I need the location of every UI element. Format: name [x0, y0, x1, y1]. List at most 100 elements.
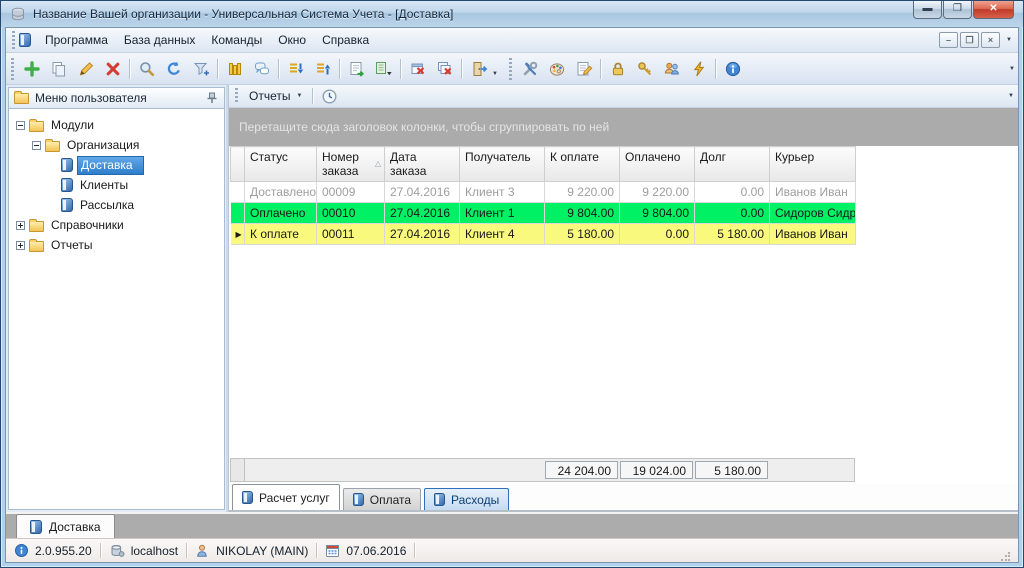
window-title: Название Вашей организации - Универсальн… — [33, 7, 454, 21]
tree-item-klienty[interactable]: Клиенты — [11, 175, 224, 195]
open-windows-bar: Доставка — [6, 512, 1018, 538]
close-button[interactable]: ✕ — [973, 1, 1014, 19]
menu-komandy[interactable]: Команды — [203, 30, 270, 50]
about-icon[interactable] — [719, 56, 746, 81]
summary-paid: 19 024.00 — [620, 461, 693, 479]
tree-item-rassylka[interactable]: Рассылка — [11, 195, 224, 215]
menubar-overflow-icon[interactable]: ▼ — [1006, 37, 1012, 43]
menu-programma[interactable]: Программа — [37, 30, 116, 50]
chevron-down-icon: ▼ — [296, 93, 303, 99]
resize-grip[interactable] — [1000, 552, 1010, 562]
main-toolbar: ▼ ▼ — [6, 53, 1018, 85]
menu-okno[interactable]: Окно — [270, 30, 314, 50]
copy-icon[interactable] — [45, 56, 72, 81]
column-header-status[interactable]: Статус — [244, 146, 317, 182]
export-excel-icon[interactable] — [343, 56, 370, 81]
table-row[interactable]: Доставлено 00009 27.04.2016 Клиент 3 9 2… — [230, 181, 856, 203]
orders-grid: Статус Номер заказа △ Дата заказа Получат… — [229, 146, 1018, 484]
folder-icon — [45, 139, 60, 152]
table-row[interactable]: ▶ К оплате 00011 27.04.2016 Клиент 4 5 1… — [230, 223, 856, 245]
edit-icon[interactable] — [72, 56, 99, 81]
tree-item-moduli[interactable]: Модули — [11, 115, 224, 135]
mdi-close-button[interactable]: × — [981, 32, 1001, 48]
appearance-icon[interactable] — [543, 56, 570, 81]
version-text: 2.0.955.20 — [35, 543, 92, 558]
exit-icon[interactable] — [465, 56, 492, 81]
pin-icon[interactable] — [205, 91, 219, 105]
expand-all-icon[interactable] — [282, 56, 309, 81]
user-menu-panel: Меню пользователя Модули Организация Дос… — [6, 85, 228, 512]
search-icon[interactable] — [133, 56, 160, 81]
connection-icon[interactable] — [685, 56, 712, 81]
reports-overflow-icon[interactable]: ▼ — [1008, 93, 1014, 99]
collapse-toggle-icon[interactable] — [32, 140, 41, 150]
window-icon — [30, 519, 42, 534]
toolbar-grip[interactable] — [11, 57, 14, 80]
column-header-date[interactable]: Дата заказа — [384, 146, 460, 182]
tab-icon — [242, 491, 253, 504]
access-key-icon[interactable] — [631, 56, 658, 81]
tree-item-otchety[interactable]: Отчеты — [11, 235, 224, 255]
tab-oplata[interactable]: Оплата — [342, 488, 422, 510]
lock-icon[interactable] — [604, 56, 631, 81]
reports-toolbar-grip[interactable] — [235, 88, 238, 104]
user-icon — [195, 543, 210, 558]
columns-icon[interactable] — [221, 56, 248, 81]
folder-icon — [29, 219, 44, 232]
tree-item-dostavka[interactable]: Доставка — [11, 155, 224, 175]
mdi-minimize-button[interactable]: – — [939, 32, 959, 48]
date-text: 07.06.2016 — [346, 543, 407, 558]
user-menu-tree: Модули Организация Доставка Клиенты Расс… — [8, 109, 225, 510]
table-row[interactable]: Оплачено 00010 27.04.2016 Клиент 1 9 804… — [230, 202, 856, 224]
column-header-number[interactable]: Номер заказа △ — [316, 146, 385, 182]
close-all-windows-icon[interactable] — [431, 56, 458, 81]
close-window-icon[interactable] — [404, 56, 431, 81]
version-panel: 2.0.955.20 — [14, 543, 92, 558]
tab-raschet-uslug[interactable]: Расчет услуг — [232, 484, 340, 510]
menubar: Программа База данных Команды Окно Справ… — [6, 28, 1018, 53]
host-text: localhost — [130, 543, 179, 558]
clock-icon[interactable] — [316, 86, 343, 106]
tree-item-organizatsiya[interactable]: Организация — [11, 135, 224, 155]
settings-icon[interactable] — [516, 56, 543, 81]
titlebar: Название Вашей организации - Универсальн… — [1, 1, 1023, 27]
column-header-courier[interactable]: Курьер — [769, 146, 856, 182]
column-header-recipient[interactable]: Получатель — [459, 146, 545, 182]
column-header-debt[interactable]: Долг — [694, 146, 770, 182]
filter-icon[interactable] — [187, 56, 214, 81]
column-header-to-pay[interactable]: К оплате — [544, 146, 620, 182]
delete-icon[interactable] — [99, 56, 126, 81]
expand-toggle-icon[interactable] — [16, 220, 25, 230]
tree-item-spravochniki[interactable]: Справочники — [11, 215, 224, 235]
mdi-restore-button[interactable]: ❐ — [960, 32, 980, 48]
column-header-paid[interactable]: Оплачено — [619, 146, 695, 182]
user-menu-title: Меню пользователя — [35, 91, 147, 105]
add-icon[interactable] — [18, 56, 45, 81]
menu-spravka[interactable]: Справка — [314, 30, 377, 50]
group-by-hint: Перетащите сюда заголовок колонки, чтобы… — [239, 120, 610, 134]
reports-button[interactable]: Отчеты ▼ — [242, 87, 309, 105]
mdi-tab-dostavka[interactable]: Доставка — [16, 514, 115, 538]
collapse-all-icon[interactable] — [309, 56, 336, 81]
toolbar-overflow-icon[interactable]: ▼ — [1009, 66, 1015, 72]
maximize-button[interactable]: ❐ — [943, 1, 972, 19]
exit-menu-icon[interactable]: ▼ — [492, 71, 498, 77]
folder-icon — [29, 119, 44, 132]
calendar-icon — [325, 543, 340, 558]
expand-toggle-icon[interactable] — [16, 240, 25, 250]
selected-tree-label: Доставка — [77, 155, 144, 175]
report-designer-icon[interactable] — [570, 56, 597, 81]
export-excel-menu-icon[interactable] — [370, 56, 397, 81]
menubar-grip[interactable] — [12, 31, 15, 49]
mdi-child-icon[interactable] — [19, 33, 31, 47]
module-icon — [61, 158, 73, 172]
users-icon[interactable] — [658, 56, 685, 81]
comments-icon[interactable] — [248, 56, 275, 81]
collapse-toggle-icon[interactable] — [16, 120, 25, 130]
tab-rashody[interactable]: Расходы — [424, 488, 510, 510]
minimize-button[interactable]: ▬ — [913, 1, 942, 19]
menu-baza-dannyh[interactable]: База данных — [116, 30, 203, 50]
refresh-icon[interactable] — [160, 56, 187, 81]
toolbar2-grip[interactable] — [509, 57, 512, 80]
group-by-panel[interactable]: Перетащите сюда заголовок колонки, чтобы… — [229, 108, 1018, 146]
